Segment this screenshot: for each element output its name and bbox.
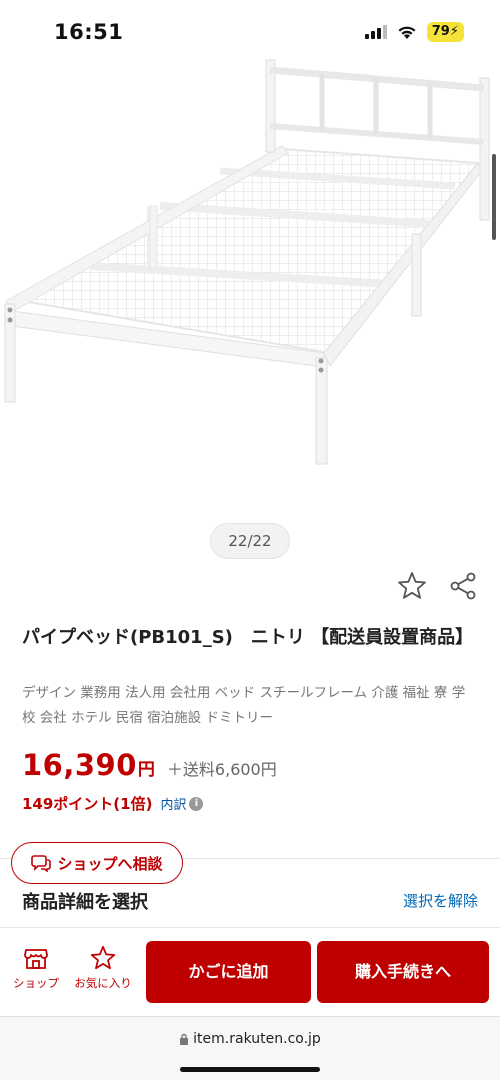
lock-icon (180, 1033, 189, 1045)
add-to-cart-button[interactable]: かごに追加 (146, 941, 311, 1003)
points-breakdown-link[interactable]: 内訳 i (160, 794, 204, 813)
star-icon (90, 945, 116, 970)
browser-url-bar[interactable]: item.rakuten.co.jp (0, 1016, 500, 1080)
favorite-label: お気に入り (74, 976, 132, 990)
signal-icon (364, 25, 387, 39)
points-row: 149ポイント(1倍) 内訳 i (22, 793, 204, 814)
shop-label: ショップ (13, 976, 59, 990)
points-text: 149ポイント(1倍) (22, 795, 153, 813)
status-time: 16:51 (54, 20, 124, 44)
image-counter: 22/22 (210, 523, 290, 559)
status-bar: 16:51 79⚡ (0, 0, 500, 60)
shop-consult-button[interactable]: ショップへ相談 (11, 842, 183, 884)
home-indicator (180, 1067, 320, 1072)
status-icons: 79⚡ (364, 22, 464, 42)
shop-icon (24, 949, 48, 969)
price-unit: 円 (137, 760, 155, 780)
favorite-button[interactable]: お気に入り (73, 945, 133, 991)
favorite-star-icon[interactable] (396, 570, 428, 602)
shop-button[interactable]: ショップ (6, 945, 66, 991)
charging-icon: ⚡ (449, 24, 459, 39)
product-image[interactable] (0, 56, 500, 516)
deselect-link[interactable]: 選択を解除 (403, 890, 478, 911)
product-title: パイプベッド(PB101_S) ニトリ 【配送員設置商品】 (22, 627, 474, 648)
info-icon: i (189, 796, 204, 811)
battery-indicator: 79⚡ (426, 22, 464, 42)
shipping-fee: ＋送料6,600円 (166, 760, 277, 779)
url-display[interactable]: item.rakuten.co.jp (0, 1031, 500, 1047)
price-value: 16,390 (22, 748, 137, 782)
select-details-heading: 商品詳細を選択 (22, 892, 148, 913)
chat-bubble-icon (31, 855, 52, 872)
breakdown-label: 内訳 (160, 798, 187, 813)
bed-illustration (4, 59, 490, 465)
checkout-button[interactable]: 購入手続きへ (317, 941, 489, 1003)
battery-level: 79 (431, 24, 450, 39)
price-row: 16,390 円 ＋送料6,600円 (22, 748, 277, 782)
shop-consult-label: ショップへ相談 (57, 854, 163, 873)
wifi-icon (398, 26, 416, 39)
share-icon[interactable] (447, 570, 479, 602)
scroll-indicator (492, 154, 496, 240)
url-text: item.rakuten.co.jp (193, 1031, 321, 1047)
product-tags: デザイン 業務用 法人用 会社用 ベッド スチールフレーム 介護 福祉 寮 学校… (22, 685, 466, 726)
